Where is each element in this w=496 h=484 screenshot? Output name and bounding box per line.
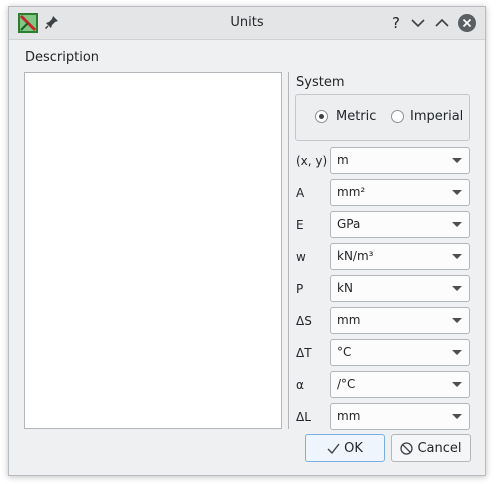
unit-value: m [337,153,349,167]
unit-label-temperature: ΔT [296,346,312,360]
description-label: Description [25,50,100,65]
system-group: Metric Imperial [295,94,470,141]
unit-label-weight: w [296,250,306,264]
cancel-label: Cancel [417,441,462,456]
help-icon[interactable]: ? [387,14,405,32]
unit-select-force[interactable]: kN [330,275,470,302]
dropdown-arrow-icon [452,382,462,387]
unit-value: GPa [337,217,361,231]
dropdown-arrow-icon [452,350,462,355]
unit-value: kN [337,281,353,295]
unit-value: kN/m³ [337,249,374,263]
unit-select-modulus[interactable]: GPa [330,211,470,238]
unit-label-expansion: α [296,378,304,392]
ok-label: OK [344,441,363,456]
dropdown-arrow-icon [452,286,462,291]
title-bar[interactable]: Units ? [9,7,485,40]
unit-value: /°C [337,377,356,391]
imperial-radio[interactable] [391,110,404,123]
dropdown-arrow-icon [452,414,462,419]
unit-label-displacement: ΔS [296,314,312,328]
unit-label-xy: (x, y) [296,154,328,168]
dropdown-arrow-icon [452,254,462,259]
metric-radio[interactable] [315,110,328,123]
panel-divider [288,72,289,429]
unit-label-force: P [296,282,304,296]
metric-label[interactable]: Metric [336,109,376,124]
system-label: System [296,75,345,90]
chevron-up-icon[interactable] [433,14,451,32]
chevron-down-icon[interactable] [409,14,427,32]
unit-label-length-change: ΔL [296,410,311,424]
cancel-button-content: Cancel [392,441,470,456]
unit-select-weight[interactable]: kN/m³ [330,243,470,270]
unit-select-length-change[interactable]: mm [330,403,470,430]
units-dialog: Units ? Description System Metric Imperi… [8,6,486,476]
unit-value: °C [337,345,352,359]
unit-select-xy[interactable]: m [330,147,470,174]
unit-select-displacement[interactable]: mm [330,307,470,334]
unit-value: mm [337,313,361,327]
unit-label-modulus: E [296,218,304,232]
checkmark-icon [327,443,340,454]
dropdown-arrow-icon [452,190,462,195]
imperial-label[interactable]: Imperial [410,109,463,124]
cancel-icon [400,442,414,455]
ok-button[interactable]: OK [305,434,385,462]
description-textarea[interactable] [24,72,282,429]
unit-select-area[interactable]: mm² [330,179,470,206]
unit-label-area: A [296,186,305,200]
cancel-button[interactable]: Cancel [391,434,471,462]
unit-select-temperature[interactable]: °C [330,339,470,366]
ok-button-content: OK [306,441,384,456]
unit-value: mm² [337,185,366,199]
unit-value: mm [337,409,361,423]
dropdown-arrow-icon [452,318,462,323]
dropdown-arrow-icon [452,158,462,163]
unit-select-expansion[interactable]: /°C [330,371,470,398]
close-icon[interactable] [458,14,476,32]
dropdown-arrow-icon [452,222,462,227]
